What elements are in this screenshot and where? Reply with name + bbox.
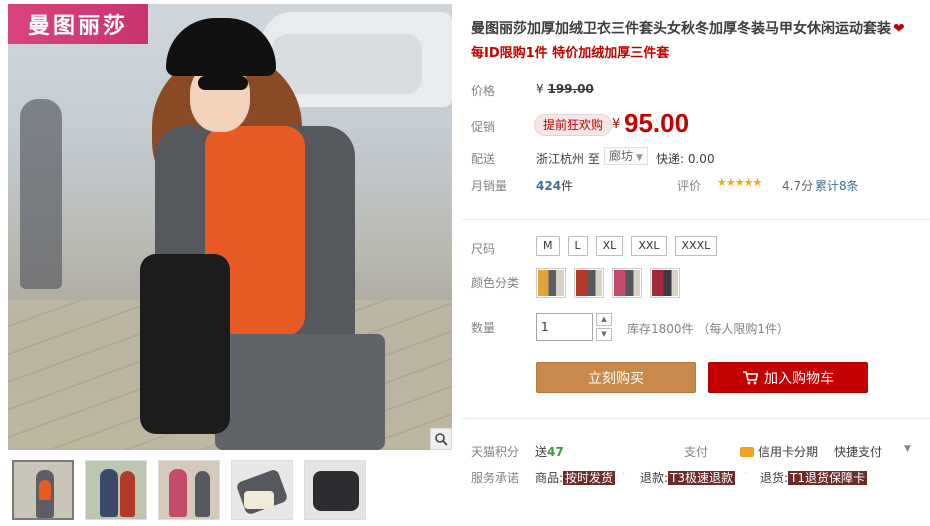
size-option[interactable]: L	[567, 236, 588, 256]
service-goods-label: 商品:	[535, 471, 564, 485]
product-title-text: 曼图丽莎加厚加绒卫衣三件套头女秋冬加厚冬装马甲女休闲运动套装	[471, 21, 891, 37]
shipping-origin: 浙江杭州 至	[536, 152, 600, 166]
promo-currency: ¥	[612, 117, 621, 132]
review-count-link[interactable]: 累计8条	[815, 177, 859, 194]
color-swatch	[538, 270, 564, 296]
promo-price: 95.00	[624, 108, 690, 138]
shipping-destination-value: 廊坊	[609, 149, 634, 163]
credit-card-icon	[740, 447, 754, 457]
buy-now-label: 立刻购买	[588, 370, 644, 387]
main-product-image[interactable]	[8, 4, 452, 450]
promo-label: 促销	[471, 120, 496, 134]
quantity-label: 数量	[471, 321, 496, 335]
buy-now-button[interactable]: 立刻购买	[536, 362, 696, 393]
credit-installment-label: 信用卡分期	[758, 445, 819, 459]
quantity-increase-button[interactable]: ▲	[596, 313, 612, 326]
thumbnail[interactable]	[158, 460, 220, 520]
stock-info: 库存1800件 （每人限购1件）	[627, 322, 789, 336]
model-sunglasses	[198, 76, 248, 90]
sales-label: 月销量	[471, 179, 508, 193]
quick-pay[interactable]: 快捷支付	[834, 443, 882, 460]
brand-logo: 曼图丽莎	[8, 4, 148, 44]
promo-tag: 提前狂欢购	[534, 114, 613, 136]
original-price-currency: ¥	[536, 82, 544, 96]
credit-installment[interactable]: 信用卡分期	[740, 443, 818, 460]
shipping-destination-select[interactable]: 廊坊 ▼	[604, 147, 648, 165]
rating-score: 4.7分	[782, 179, 814, 193]
service-return-label: 退货:	[760, 471, 789, 485]
service-refund[interactable]: 退款: T3极速退款	[640, 469, 736, 486]
thumbnail[interactable]	[231, 460, 293, 520]
color-label: 颜色分类	[471, 276, 520, 290]
star-rating-icon: ★★★★★	[717, 176, 762, 189]
monthly-sales-count: 424	[536, 179, 562, 193]
divider	[462, 219, 930, 220]
color-option[interactable]	[612, 268, 642, 298]
rating-label: 评价	[677, 179, 702, 193]
add-to-cart-label: 加入购物车	[764, 370, 834, 387]
points-value: 送47	[535, 443, 564, 460]
chevron-down-icon[interactable]: ▼	[904, 444, 911, 454]
monthly-sales-unit: 件	[561, 179, 574, 193]
separator-dot: ·	[744, 467, 748, 480]
model-figure	[100, 14, 400, 450]
monthly-sales: 424件	[536, 177, 573, 194]
color-option[interactable]	[536, 268, 566, 298]
cart-icon	[742, 370, 759, 385]
quantity-input[interactable]	[536, 313, 593, 341]
product-title: 曼图丽莎加厚加绒卫衣三件套头女秋冬加厚冬装马甲女休闲运动套装 ❤	[471, 18, 930, 38]
thumbnail[interactable]	[304, 460, 366, 520]
color-option[interactable]	[574, 268, 604, 298]
service-return[interactable]: 退货: T1退货保障卡	[760, 469, 868, 486]
thumbnail-strip	[12, 460, 366, 520]
size-options: M L XL XXL XXXL	[536, 236, 718, 256]
heart-icon: ❤	[893, 21, 905, 37]
color-swatch	[576, 270, 602, 296]
price-label: 价格	[471, 84, 496, 98]
service-refund-tag: T3极速退款	[668, 471, 736, 485]
product-subtitle: 每ID限购1件 特价加绒加厚三件套	[471, 46, 670, 61]
color-options	[536, 268, 680, 298]
chevron-down-icon: ▼	[636, 153, 643, 163]
original-price-value: 199.00	[547, 82, 594, 96]
divider	[462, 418, 930, 419]
original-price: ¥ 199.00	[536, 82, 594, 96]
size-option[interactable]: XL	[595, 236, 624, 256]
model-bag	[140, 254, 230, 434]
model-pants	[215, 334, 385, 450]
payment-label: 支付	[684, 445, 709, 459]
points-label: 天猫积分	[471, 445, 520, 459]
thumbnail[interactable]	[12, 460, 74, 520]
thumbnail[interactable]	[85, 460, 147, 520]
size-option[interactable]: XXL	[631, 236, 667, 256]
bg-pedestrian	[20, 99, 62, 289]
service-goods-tag: 按时发货	[563, 471, 616, 485]
shipping-fee: 快递: 0.00	[656, 152, 715, 166]
size-option[interactable]: M	[536, 236, 560, 256]
size-option[interactable]: XXXL	[674, 236, 718, 256]
points-prefix: 送	[535, 445, 548, 459]
service-goods[interactable]: 商品: 按时发货	[535, 469, 616, 486]
color-swatch	[614, 270, 640, 296]
size-label: 尺码	[471, 242, 496, 256]
add-to-cart-button[interactable]: 加入购物车	[708, 362, 868, 393]
service-refund-label: 退款:	[640, 471, 669, 485]
model-cap	[166, 18, 276, 76]
magnifier-icon[interactable]	[430, 428, 452, 450]
points-number: 47	[547, 445, 564, 459]
separator-dot: ·	[622, 467, 626, 480]
color-swatch	[652, 270, 678, 296]
service-return-tag: T1退货保障卡	[788, 471, 868, 485]
shipping-label: 配送	[471, 152, 496, 166]
color-option[interactable]	[650, 268, 680, 298]
service-label: 服务承诺	[471, 471, 520, 485]
quantity-decrease-button[interactable]: ▼	[596, 328, 612, 341]
